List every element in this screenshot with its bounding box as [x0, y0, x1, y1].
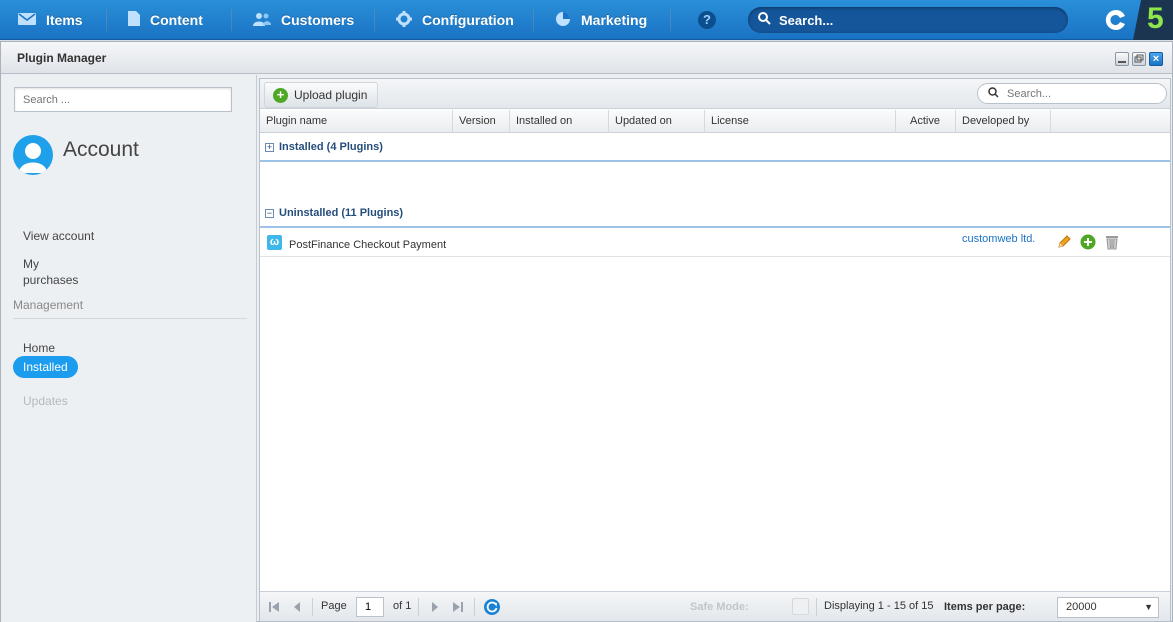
installed-group-spacer — [260, 164, 1170, 198]
sidebar-item-home[interactable]: Home — [23, 341, 55, 355]
close-button[interactable]: × — [1149, 52, 1163, 66]
plugin-grid-panel: + Upload plugin Plugin name Version Inst… — [259, 78, 1171, 622]
items-per-page-select[interactable]: 20000 ▼ — [1057, 597, 1159, 618]
upload-plugin-label: Upload plugin — [294, 88, 368, 102]
group-row-uninstalled[interactable]: − Uninstalled (11 Plugins) — [260, 200, 1170, 228]
avatar — [13, 135, 53, 175]
column-header-updated-on[interactable]: Updated on — [609, 110, 705, 133]
restore-button[interactable] — [1132, 52, 1146, 66]
plugin-manager-window: Plugin Manager × Account View account My… — [0, 41, 1173, 622]
sidebar-divider — [13, 318, 247, 319]
table-row[interactable]: ω PostFinance Checkout Payment customweb… — [260, 229, 1170, 257]
first-page-icon[interactable] — [268, 601, 280, 616]
last-page-icon[interactable] — [452, 601, 464, 616]
nav-divider — [670, 9, 671, 31]
nav-item-customers[interactable]: Customers — [253, 0, 354, 40]
search-icon — [758, 12, 771, 28]
displaying-count: Displaying 1 - 15 of 15 — [824, 600, 934, 612]
nav-item-configuration[interactable]: Configuration — [396, 0, 514, 40]
page-count-label: of 1 — [393, 600, 412, 612]
column-header-developed-by[interactable]: Developed by — [956, 110, 1051, 133]
minimize-button[interactable] — [1115, 52, 1129, 66]
pager-divider — [816, 598, 817, 616]
group-label: Uninstalled (11 Plugins) — [279, 207, 404, 219]
search-icon — [988, 86, 999, 101]
content-icon — [128, 11, 140, 29]
window-header: Plugin Manager × — [1, 42, 1172, 74]
top-navigation-bar: Items Content Customers Configuration Ma… — [0, 0, 1173, 40]
column-header-active[interactable]: Active — [896, 110, 956, 133]
management-heading: Management — [13, 298, 84, 312]
nav-item-configuration-label: Configuration — [422, 12, 514, 28]
developer-link[interactable]: customweb ltd. — [962, 233, 1035, 245]
column-header-license[interactable]: License — [705, 110, 896, 133]
items-per-page-value: 20000 — [1066, 601, 1097, 613]
global-search-input[interactable] — [779, 12, 1059, 28]
upload-plugin-button[interactable]: + Upload plugin — [264, 82, 379, 108]
close-icon: × — [1152, 53, 1160, 65]
page-number-input[interactable] — [356, 597, 384, 617]
page-label: Page — [321, 600, 347, 612]
sidebar-link-view-account[interactable]: View account — [23, 229, 94, 243]
group-label: Installed (4 Plugins) — [279, 141, 383, 153]
nav-item-items[interactable]: Items — [18, 0, 83, 40]
refresh-icon[interactable] — [484, 599, 500, 615]
grid-search-input[interactable] — [1007, 87, 1157, 100]
nav-divider — [374, 9, 375, 31]
plugin-logo-icon: ω — [267, 235, 282, 250]
edit-pencil-icon[interactable] — [1056, 234, 1072, 250]
shopware-logo-icon — [1104, 8, 1128, 35]
sidebar: Account View account My purchases Manage… — [1, 75, 257, 622]
customers-icon — [253, 12, 271, 29]
column-header-version[interactable]: Version — [453, 110, 510, 133]
nav-item-content-label: Content — [150, 12, 203, 28]
version-number: 5 — [1147, 2, 1164, 35]
nav-item-marketing[interactable]: Marketing — [555, 0, 647, 40]
items-icon — [18, 12, 36, 28]
nav-item-marketing-label: Marketing — [581, 12, 648, 28]
grid-search[interactable] — [977, 83, 1167, 104]
account-title: Account — [63, 138, 139, 161]
help-icon[interactable]: ? — [698, 11, 716, 29]
safe-mode-checkbox[interactable] — [792, 598, 809, 615]
grid-column-header: Plugin name Version Installed on Updated… — [260, 110, 1170, 133]
nav-item-customers-label: Customers — [281, 12, 355, 28]
chevron-down-icon: ▼ — [1144, 602, 1153, 612]
nav-divider — [106, 9, 107, 31]
pager-divider — [312, 598, 313, 616]
gear-icon — [396, 10, 412, 30]
collapse-icon[interactable]: − — [265, 208, 274, 218]
column-header-plugin-name[interactable]: Plugin name — [260, 110, 453, 133]
next-page-icon[interactable] — [430, 601, 440, 616]
pagination-toolbar: Page of 1 Safe Mode: Displaying 1 - 15 o… — [260, 591, 1170, 621]
nav-item-content[interactable]: Content — [128, 0, 203, 40]
sidebar-item-installed[interactable]: Installed — [13, 356, 78, 378]
trash-icon[interactable] — [1104, 234, 1120, 250]
nav-divider — [231, 9, 232, 31]
pager-divider — [474, 598, 475, 616]
pager-divider — [418, 598, 419, 616]
grid-toolbar: + Upload plugin — [260, 79, 1170, 109]
safe-mode-label: Safe Mode: — [690, 601, 749, 613]
sidebar-item-updates: Updates — [23, 394, 68, 408]
pie-chart-icon — [555, 11, 571, 30]
group-row-installed[interactable]: + Installed (4 Plugins) — [260, 134, 1170, 162]
sidebar-search-input[interactable] — [14, 87, 232, 112]
previous-page-icon[interactable] — [292, 601, 302, 616]
window-title: Plugin Manager — [17, 51, 107, 65]
items-per-page-label: Items per page: — [944, 601, 1026, 613]
version-logo: 5 — [1133, 0, 1173, 40]
nav-item-items-label: Items — [46, 12, 83, 28]
plugin-name: PostFinance Checkout Payment — [289, 239, 447, 251]
column-header-installed-on[interactable]: Installed on — [510, 110, 609, 133]
expand-icon[interactable]: + — [265, 142, 274, 152]
global-search[interactable] — [748, 7, 1068, 33]
sidebar-link-my-purchases[interactable]: My purchases — [23, 256, 93, 288]
plus-icon: + — [273, 87, 288, 103]
install-plus-icon[interactable] — [1080, 234, 1096, 250]
nav-divider — [533, 9, 534, 31]
